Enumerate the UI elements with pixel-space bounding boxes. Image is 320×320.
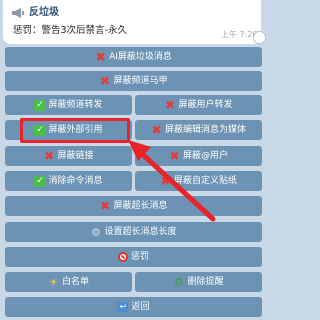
custom-text-button[interactable]: ✖ 屏蔽自定义贴纸 [135,171,262,191]
links-button[interactable]: ✖ 屏蔽链接 [5,146,132,166]
red-x-icon: ✖ [151,122,162,137]
no-entry-icon [117,252,128,262]
message-text: 惩罚：警告3次后禁言-永久 [13,25,127,36]
red-x-icon: ✖ [164,97,176,112]
green-check-icon: ✓ [34,124,46,136]
message-time: 上午 7:26 [221,30,258,39]
gear-icon: ⚙ [91,225,101,239]
message-bubble: 反垃圾 惩罚：警告3次后禁言-永久 上午 7:26 [3,0,261,44]
megaphone-icon [12,8,24,18]
red-x-icon: ✖ [43,148,55,163]
button-label: 屏蔽编辑消息为媒体 [164,124,246,135]
channel-mark-button[interactable]: ✖ 屏蔽频道马甲 [5,71,262,91]
button-label: 删除提醒 [187,276,224,287]
button-label: 屏蔽用户转发 [178,99,233,110]
red-x-icon: ✖ [99,198,111,213]
button-label: 返回 [131,301,150,312]
punish-button[interactable]: 惩罚 [5,247,262,267]
sun-icon: ☀ [48,275,59,289]
recycle-icon: ♻ [174,275,184,289]
green-check-icon: ✓ [34,175,46,187]
button-label: 屏蔽频道马甲 [113,75,168,86]
button-label: 屏蔽超长消息 [113,200,168,211]
clear-command-button[interactable]: ✓ 消除命令消息 [5,171,132,191]
user-forward-button[interactable]: ✖ 屏蔽用户转发 [135,95,262,115]
button-label: 消除命令消息 [48,175,103,186]
long-message-button[interactable]: ✖ 屏蔽超长消息 [5,196,262,216]
red-x-icon: ✖ [99,73,111,88]
button-label: AI屏蔽垃圾消息 [109,51,172,62]
button-label: 屏蔽自定义贴纸 [173,175,237,186]
whitelist-button[interactable]: ☀ 白名单 [5,272,132,292]
delete-reminder-button[interactable]: ♻ 删除提醒 [135,272,262,292]
button-label: 屏蔽频道转发 [48,99,103,110]
red-x-icon: ✖ [95,49,106,64]
button-label: 惩罚 [130,251,149,262]
bot-name[interactable]: 反垃圾 [29,7,59,19]
button-label: 设置超长消息长度 [104,226,177,237]
button-label: 屏蔽@用户 [182,150,228,161]
button-label: 屏蔽链接 [57,150,94,161]
select-circle-icon[interactable] [253,31,266,44]
edit-media-button[interactable]: ✖ 屏蔽编辑消息为媒体 [135,120,262,140]
mention-button[interactable]: ✖ 屏蔽@用户 [135,146,262,166]
red-x-icon: ✖ [160,173,171,188]
button-label: 白名单 [61,276,89,287]
set-long-length-button[interactable]: ⚙ 设置超长消息长度 [5,222,262,242]
ai-spam-button[interactable]: ✖ AI屏蔽垃圾消息 [5,47,262,67]
button-label: 屏蔽外部引用 [48,124,103,135]
bot-header: 反垃圾 [11,6,59,20]
back-arrow-icon: ↩ [117,302,129,312]
channel-forward-button[interactable]: ✓ 屏蔽频道转发 [5,95,132,115]
external-quote-button[interactable]: ✓ 屏蔽外部引用 [5,120,132,140]
red-x-icon: ✖ [169,148,180,163]
back-button[interactable]: ↩ 返回 [5,297,262,317]
green-check-icon: ✓ [34,99,46,111]
